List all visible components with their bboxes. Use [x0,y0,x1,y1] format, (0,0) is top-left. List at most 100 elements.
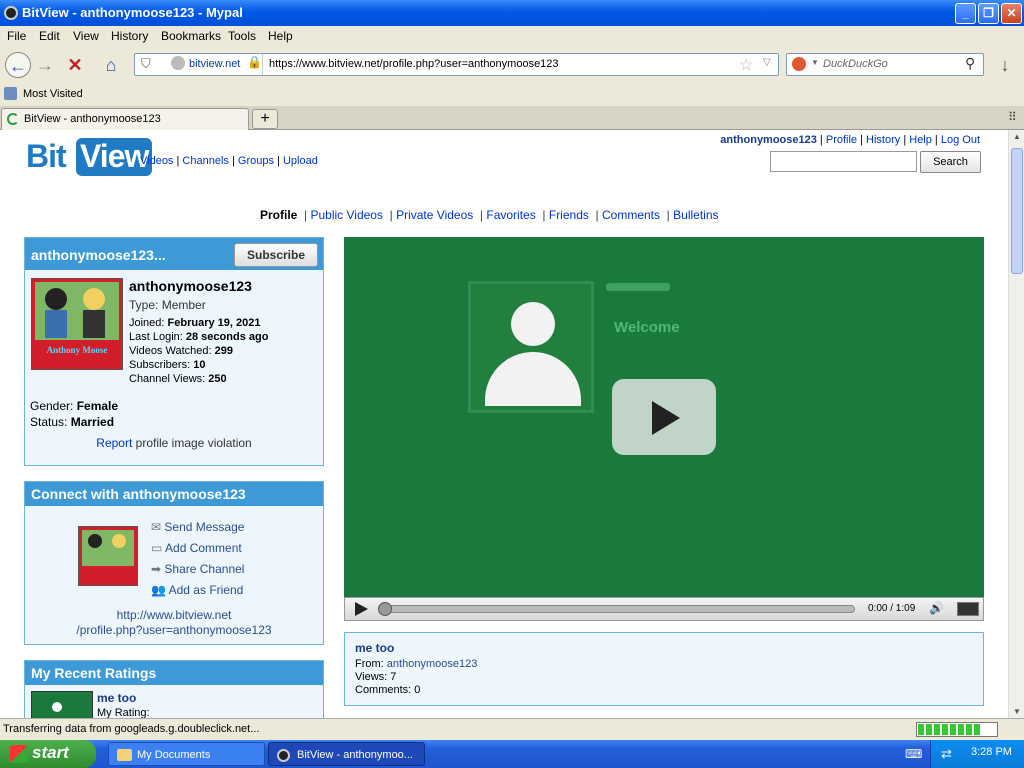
seek-bar[interactable] [378,602,855,616]
search-bar[interactable]: ▼ DuckDuckGo ⚲ [786,53,984,76]
add-comment-link[interactable]: Add Comment [165,541,242,555]
rating-title[interactable]: me too [97,691,136,705]
ratings-box: My Recent Ratings me too My Rating: [24,660,324,718]
video-from: From: anthonymoose123 [355,658,477,671]
avatar-caption: Anthony Moose [46,345,108,355]
shield-icon[interactable]: ⛉ [141,56,151,72]
volume-icon[interactable]: 🔊 [929,601,944,615]
rating-thumbnail[interactable] [31,691,93,718]
minimize-button[interactable]: _ [955,3,976,24]
add-friend-action[interactable]: 👥 Add as Friend [151,580,244,601]
back-button[interactable]: ← [5,52,31,78]
tab-favorites[interactable]: Favorites [486,208,535,222]
windows-logo-icon [10,745,28,763]
connect-avatar[interactable] [78,526,138,586]
menu-edit[interactable]: Edit [39,29,60,43]
videos-watched-label: Videos Watched: [129,345,212,357]
menu-file[interactable]: File [7,29,26,43]
add-comment-action[interactable]: ▭ Add Comment [151,538,244,559]
site-search-input[interactable] [770,151,917,172]
task-bitview[interactable]: BitView - anthonymoo... [268,742,425,766]
most-visited-link[interactable]: Most Visited [23,88,83,100]
tab-profile[interactable]: Profile [260,208,297,222]
user-link-logout[interactable]: Log Out [941,134,980,146]
menu-bookmarks[interactable]: Bookmarks [161,29,221,43]
send-message-action[interactable]: ✉ Send Message [151,517,244,538]
site-nav: Videos | Channels | Groups | Upload [140,155,318,167]
connect-box: Connect with anthonymoose123 ✉ Send Mess… [24,481,324,645]
menu-help[interactable]: Help [268,29,293,43]
duckduckgo-icon[interactable] [792,57,806,71]
nav-groups[interactable]: Groups [238,155,274,167]
menu-view[interactable]: View [73,29,99,43]
report-link[interactable]: Report [96,436,132,450]
profile-avatar[interactable]: Anthony Moose [31,278,123,370]
nav-upload[interactable]: Upload [283,155,318,167]
nav-channels[interactable]: Channels [182,155,228,167]
tab-bitview[interactable]: BitView - anthonymoose123 [1,108,249,130]
tab-friends[interactable]: Friends [549,208,589,222]
task-my-documents[interactable]: My Documents [108,742,265,766]
keyboard-icon[interactable]: ⌨ [905,747,922,761]
user-link-profile[interactable]: Profile [826,134,857,146]
send-message-link[interactable]: Send Message [164,520,244,534]
scroll-down-icon[interactable]: ▼ [1013,707,1021,716]
tab-list-icon[interactable]: ⠿ [1008,110,1017,124]
site-search-button[interactable]: Search [920,151,981,173]
tab-private-videos[interactable]: Private Videos [396,208,473,222]
home-button[interactable]: ⌂ [98,52,124,78]
type-label: Type: [129,298,159,312]
start-button[interactable]: start [0,740,96,768]
share-channel-action[interactable]: ➡ Share Channel [151,559,244,580]
user-link-name[interactable]: anthonymoose123 [720,134,817,146]
user-link-help[interactable]: Help [909,134,932,146]
connect-avatar-right [112,534,126,548]
add-friend-link[interactable]: Add as Friend [169,583,244,597]
menu-tools[interactable]: Tools [228,29,256,43]
site-identity[interactable]: ⛉ bitview.net 🔒 [135,54,263,75]
status-label: Status: [30,415,68,429]
avatar-body-left [45,310,67,338]
stop-button[interactable]: ✕ [62,52,88,78]
tab-comments[interactable]: Comments [602,208,660,222]
scroll-up-icon[interactable]: ▲ [1013,132,1021,141]
tab-public-videos[interactable]: Public Videos [310,208,383,222]
menu-history[interactable]: History [111,29,148,43]
channel-url[interactable]: http://www.bitview.net /profile.php?user… [25,608,323,638]
play-overlay-button[interactable] [612,379,716,455]
subscribe-button[interactable]: Subscribe [234,243,318,267]
nav-videos[interactable]: Videos [140,155,173,167]
user-link-history[interactable]: History [866,134,900,146]
tab-bulletins[interactable]: Bulletins [673,208,718,222]
new-tab-button[interactable]: + [252,109,278,129]
videos-watched-value: 299 [214,345,233,357]
restore-button[interactable]: ❐ [978,3,999,24]
joined-value: February 19, 2021 [167,317,261,329]
video-player[interactable]: Welcome [344,237,984,621]
video-title[interactable]: me too [355,641,394,655]
status-value: Married [70,415,115,429]
from-user-link[interactable]: anthonymoose123 [387,658,478,670]
address-bar[interactable]: ⛉ bitview.net 🔒 https://www.bitview.net/… [134,53,779,76]
fullscreen-icon[interactable] [957,602,979,616]
play-button-icon[interactable] [355,602,368,616]
folder-icon [117,749,132,761]
seek-handle[interactable] [378,602,392,616]
bookmark-star-icon[interactable]: ☆ [739,55,753,75]
page-scrollbar[interactable]: ▲ ▼ [1008,130,1024,718]
close-button[interactable]: ✕ [1001,3,1022,24]
video-info-box: me too From: anthonymoose123 Views: 7 Co… [344,632,984,706]
url-dropdown-icon[interactable]: ▽ [763,57,771,68]
bitview-logo[interactable]: Bit View [26,136,153,176]
forward-button[interactable]: → [32,52,58,78]
downloads-button[interactable]: ↓ [992,52,1018,78]
status-row: Status: Married [30,414,118,430]
engine-dropdown-icon[interactable]: ▼ [811,58,819,67]
scrollbar-thumb[interactable] [1011,148,1023,274]
share-channel-link[interactable]: Share Channel [164,562,244,576]
search-icon[interactable]: ⚲ [965,55,975,72]
network-icon[interactable]: ⇄ [941,746,952,762]
tab-strip: BitView - anthonymoose123 + ⠿ [0,106,1024,130]
browser-window: BitView - anthonymoose123 - Mypal _ ❐ ✕ … [0,0,1024,740]
site-identity-label: bitview.net [189,58,241,70]
